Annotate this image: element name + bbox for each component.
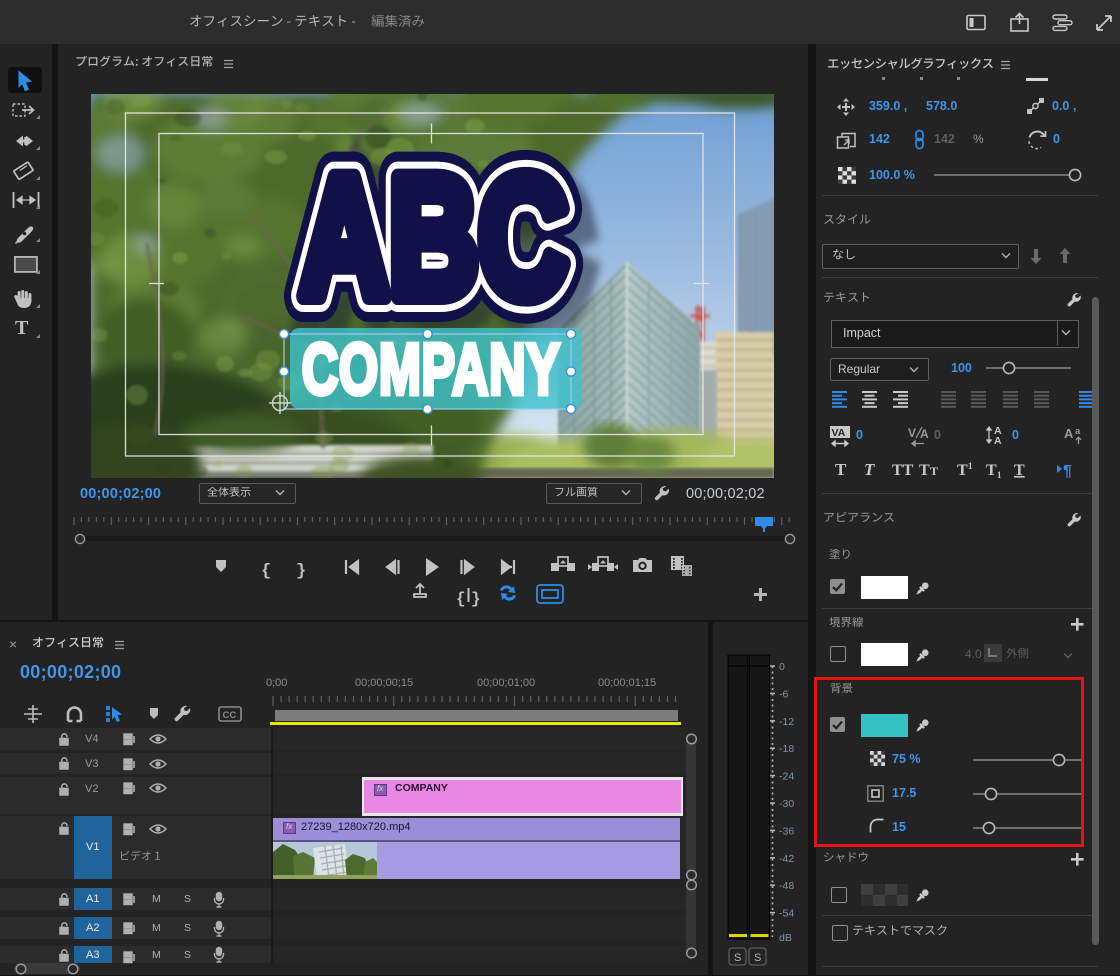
svg-text:T: T [835,460,847,479]
svg-text:dB: dB [779,932,792,944]
svg-text:ABC: ABC [300,140,568,333]
svg-text:-18: -18 [779,743,794,755]
svg-text:-12: -12 [779,716,794,728]
svg-text:1: 1 [997,470,1002,480]
svg-text:-48: -48 [779,880,794,892]
svg-text:}: } [296,562,306,581]
svg-text:T: T [1014,462,1025,479]
svg-text:A: A [994,435,1002,446]
svg-text:-36: -36 [779,825,794,837]
svg-text:T: T [15,317,29,339]
svg-text:VA: VA [832,427,846,439]
svg-text:T: T [986,462,997,479]
svg-text:-54: -54 [779,908,794,920]
svg-text:S: S [734,952,741,964]
svg-text:{: { [261,562,271,581]
svg-text:CC: CC [223,710,237,721]
svg-text:V: V [908,426,916,440]
svg-text:A: A [920,427,929,441]
svg-text:COMPANY: COMPANY [302,330,561,410]
svg-text:a: a [1075,426,1081,437]
svg-text:S: S [754,952,761,964]
svg-text:1: 1 [968,461,973,471]
svg-text:-30: -30 [779,798,794,810]
svg-text:-24: -24 [779,771,794,783]
svg-text:-6: -6 [779,688,788,700]
svg-text:T: T [864,460,875,479]
svg-text:A: A [1064,426,1074,441]
svg-text:{: { [456,590,466,608]
svg-text:-42: -42 [779,853,794,865]
svg-text:T: T [919,462,930,479]
svg-text:¶: ¶ [1063,463,1072,480]
svg-text:0: 0 [779,661,785,673]
svg-text:}: } [471,590,481,608]
svg-text:T: T [957,462,968,479]
svg-text:T: T [930,464,938,478]
svg-text:TT: TT [892,462,914,479]
